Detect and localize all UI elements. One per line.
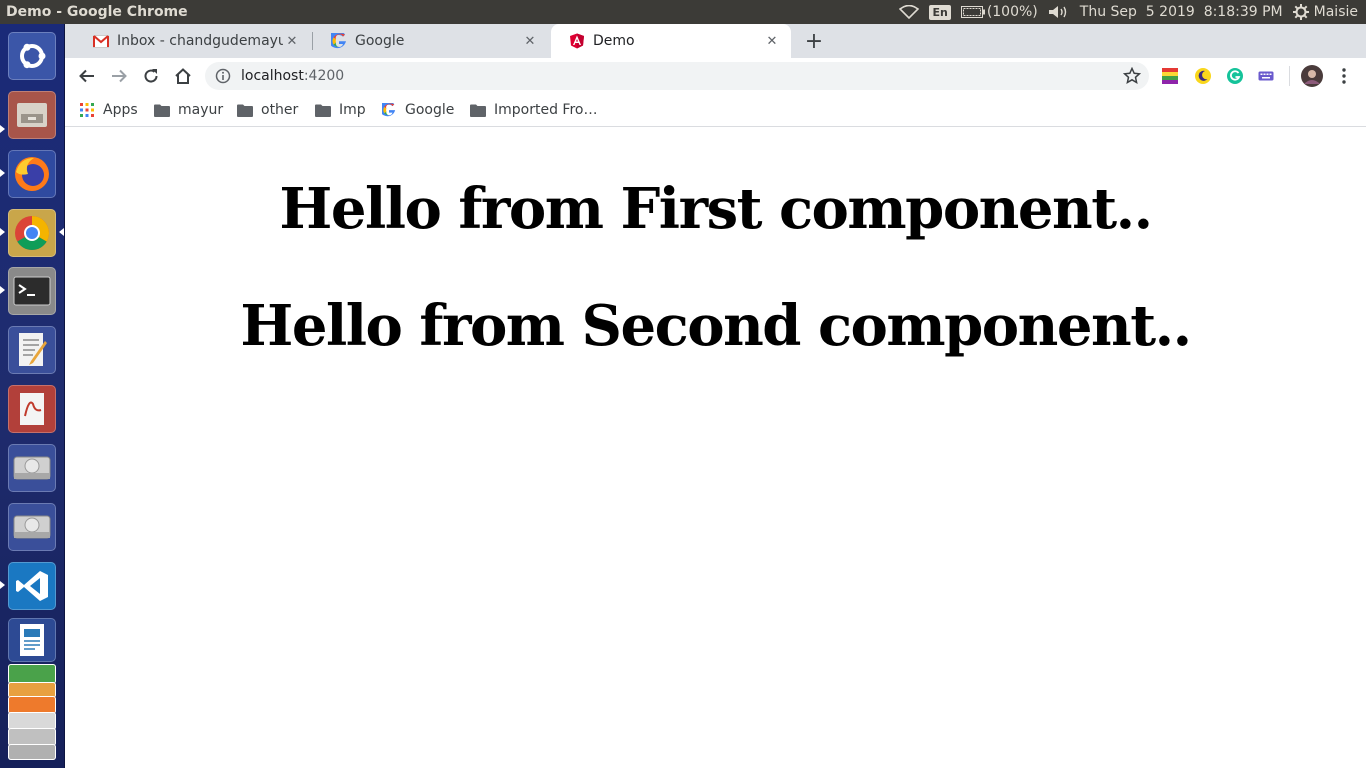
profile-avatar[interactable]	[1298, 62, 1326, 90]
bookmark-label: Imported Fro…	[494, 102, 598, 118]
tab-label: Inbox - chandgudemayur5	[117, 33, 283, 49]
avatar-icon	[1301, 65, 1323, 87]
toolbar: localhost:4200	[65, 58, 1366, 94]
more-vert-icon	[1342, 68, 1346, 84]
launcher-terminal[interactable]	[6, 265, 58, 317]
bookmark-star-icon[interactable]	[1123, 67, 1141, 85]
gmail-icon	[93, 33, 109, 49]
launcher-ubuntu-dash[interactable]	[6, 30, 58, 82]
url-text: localhost:4200	[241, 68, 344, 84]
close-icon[interactable]: ✕	[283, 32, 301, 50]
bookmark-google[interactable]: Google	[381, 100, 454, 120]
indicator-area: En (100%) Thu Sep 5 2019 8:18:39 PM Mais…	[899, 0, 1366, 24]
bookmark-label: Imp	[339, 102, 366, 118]
page-viewport: Hello from First component.. Hello from …	[65, 128, 1366, 768]
back-button[interactable]	[73, 62, 101, 90]
wifi-icon[interactable]	[899, 5, 920, 19]
user-name: Maisie	[1313, 4, 1358, 20]
folder-icon	[315, 102, 331, 118]
dark-mode-extension-icon[interactable]	[1195, 68, 1211, 84]
new-tab-button[interactable]: +	[802, 29, 826, 54]
vscode-icon	[8, 562, 56, 610]
info-icon[interactable]	[215, 68, 231, 84]
colorzilla-extension-icon[interactable]	[1162, 68, 1178, 84]
pdf-viewer-icon	[8, 385, 56, 433]
battery-icon	[960, 6, 985, 18]
ubuntu-logo-icon	[8, 32, 56, 80]
bookmark-apps[interactable]: Apps	[79, 100, 138, 120]
launcher-chrome[interactable]	[6, 207, 58, 259]
reload-button[interactable]	[137, 62, 165, 90]
chrome-window: Inbox - chandgudemayur5 ✕ Google ✕ Demo …	[65, 24, 1366, 768]
launcher-drive-1[interactable]	[6, 442, 58, 494]
launcher-drive-2[interactable]	[6, 501, 58, 553]
tab-label: Google	[355, 33, 405, 49]
url-port: :4200	[303, 68, 345, 84]
google-icon	[331, 33, 347, 49]
chrome-icon	[8, 209, 56, 257]
tab-label: Demo	[593, 33, 635, 49]
bookmark-label: other	[261, 102, 299, 118]
forward-arrow-icon	[112, 69, 127, 83]
bookmark-folder-imported[interactable]: Imported Fro…	[470, 100, 597, 120]
tab-demo[interactable]: Demo ✕	[551, 24, 791, 58]
keyboard-language[interactable]: En	[929, 4, 951, 20]
reload-icon	[144, 69, 158, 83]
session-menu[interactable]: Maisie	[1292, 4, 1358, 20]
google-icon	[381, 102, 397, 118]
forward-button[interactable]	[105, 62, 133, 90]
firefox-icon	[8, 150, 56, 198]
tab-google[interactable]: Google ✕	[313, 24, 549, 58]
trash-icon	[8, 744, 56, 760]
window-title: Demo - Google Chrome	[6, 4, 188, 20]
folder-icon	[237, 102, 253, 118]
angular-icon	[569, 33, 585, 49]
launcher-firefox[interactable]	[6, 148, 58, 200]
close-icon[interactable]: ✕	[763, 32, 781, 50]
url-host: localhost	[241, 68, 304, 84]
launcher-text-editor[interactable]	[6, 324, 58, 376]
back-arrow-icon	[79, 69, 94, 83]
file-cabinet-icon	[8, 91, 56, 139]
battery-indicator[interactable]: (100%)	[960, 4, 1038, 20]
address-bar[interactable]: localhost:4200	[205, 62, 1149, 90]
launcher-files[interactable]	[6, 89, 58, 141]
gear-icon	[1292, 4, 1309, 20]
bookmarks-bar: Apps mayur other Imp Google Imported Fro…	[65, 94, 1366, 127]
close-icon[interactable]: ✕	[521, 32, 539, 50]
bookmark-label: Apps	[103, 102, 138, 118]
text-editor-icon	[8, 326, 56, 374]
launcher-document-viewer[interactable]	[6, 383, 58, 435]
bookmark-folder-imp[interactable]: Imp	[315, 100, 366, 120]
folder-icon	[154, 102, 170, 118]
folder-icon	[470, 102, 486, 118]
battery-percent: (100%)	[986, 4, 1038, 20]
top-panel: Demo - Google Chrome En (100%) Thu Sep 5…	[0, 0, 1366, 24]
hard-drive-icon	[8, 503, 56, 551]
clock[interactable]: Thu Sep 5 2019 8:18:39 PM	[1080, 4, 1283, 20]
tab-strip: Inbox - chandgudemayur5 ✕ Google ✕ Demo …	[65, 24, 1366, 58]
apps-grid-icon	[79, 102, 95, 118]
volume-icon[interactable]	[1048, 5, 1070, 19]
second-component-heading: Hello from Second component..	[240, 293, 1192, 359]
bookmark-folder-other[interactable]: other	[237, 100, 298, 120]
grammarly-extension-icon[interactable]	[1227, 68, 1243, 84]
keyboard-extension-icon[interactable]	[1258, 68, 1274, 84]
writer-icon	[8, 618, 56, 662]
bookmark-label: Google	[405, 102, 455, 118]
bookmark-label: mayur	[178, 102, 224, 118]
home-icon	[175, 68, 191, 84]
menu-button[interactable]	[1330, 62, 1358, 90]
launcher	[0, 24, 65, 768]
tab-gmail[interactable]: Inbox - chandgudemayur5 ✕	[75, 24, 311, 58]
launcher-vscode[interactable]	[6, 560, 58, 612]
bookmark-folder-mayur[interactable]: mayur	[154, 100, 223, 120]
calc-icon	[8, 664, 56, 684]
first-component-heading: Hello from First component..	[279, 176, 1153, 242]
terminal-icon	[8, 267, 56, 315]
hard-drive-icon	[8, 444, 56, 492]
home-button[interactable]	[169, 62, 197, 90]
